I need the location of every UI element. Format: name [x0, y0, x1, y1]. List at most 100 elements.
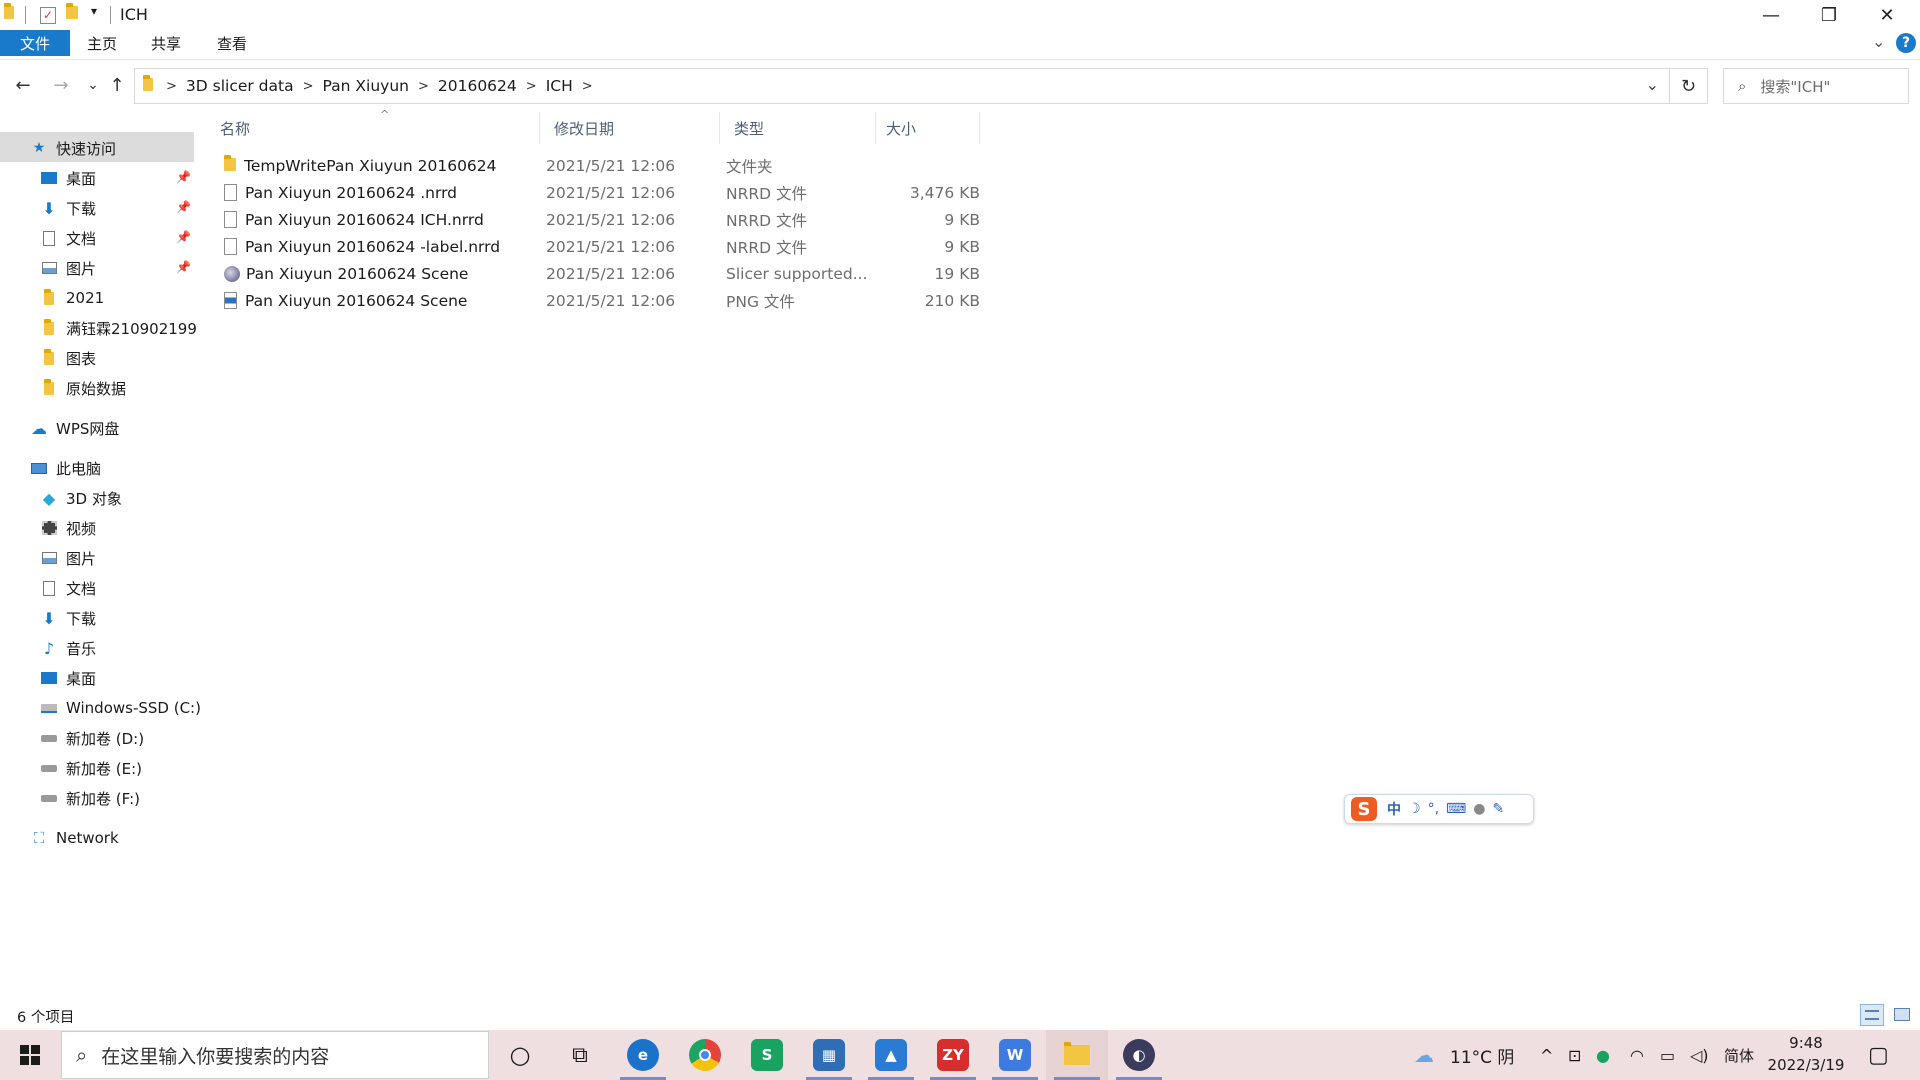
- quick-access-toolbar-dropdown[interactable]: ▾: [91, 4, 97, 18]
- minimize-button[interactable]: —: [1742, 0, 1800, 30]
- nav-item-downloads[interactable]: ⬇ 下载: [40, 604, 96, 632]
- forward-button[interactable]: →: [48, 70, 74, 100]
- back-button[interactable]: ←: [10, 70, 36, 100]
- nav-item-pictures[interactable]: 图片: [40, 254, 96, 282]
- wechat-icon[interactable]: ●: [1596, 1030, 1610, 1080]
- file-row[interactable]: Pan Xiuyun 20160624 ICH.nrrd 2021/5/21 1…: [208, 206, 980, 233]
- show-hidden-icons-icon[interactable]: ^: [1540, 1030, 1553, 1080]
- taskbar-app-edge[interactable]: e: [612, 1030, 674, 1080]
- weather-icon[interactable]: ☁: [1414, 1030, 1434, 1080]
- taskbar-app-file-explorer[interactable]: [1046, 1030, 1108, 1080]
- tab-view[interactable]: 查看: [202, 30, 262, 56]
- column-header-date[interactable]: 修改日期: [546, 112, 720, 144]
- taskbar-app-zy[interactable]: ZY: [922, 1030, 984, 1080]
- taskbar-search-box[interactable]: ⌕ 在这里输入你要搜索的内容: [61, 1031, 489, 1079]
- start-button[interactable]: [0, 1030, 60, 1080]
- nav-this-pc[interactable]: 此电脑: [30, 454, 101, 482]
- file-row[interactable]: TempWritePan Xiuyun 20160624 2021/5/21 1…: [208, 152, 968, 179]
- battery-icon[interactable]: ▭: [1660, 1030, 1675, 1080]
- properties-icon[interactable]: ✓: [40, 5, 58, 25]
- up-button[interactable]: ↑: [104, 70, 130, 100]
- help-icon[interactable]: ?: [1896, 33, 1916, 53]
- keyboard-icon[interactable]: ⌨: [1446, 801, 1466, 817]
- large-icons-view-button[interactable]: [1892, 1006, 1912, 1024]
- sogou-logo-icon[interactable]: S: [1351, 797, 1377, 821]
- file-row[interactable]: Pan Xiuyun 20160624 Scene 2021/5/21 12:0…: [208, 287, 980, 314]
- file-row[interactable]: Pan Xiuyun 20160624 .nrrd 2021/5/21 12:0…: [208, 179, 980, 206]
- nav-item-folder[interactable]: 2021: [40, 284, 104, 312]
- tools-icon[interactable]: ✎: [1492, 801, 1504, 817]
- nav-item-folder[interactable]: 图表: [40, 344, 96, 372]
- taskbar-app-wps-writer[interactable]: W: [984, 1030, 1046, 1080]
- taskbar-app-slicer[interactable]: ◐: [1108, 1030, 1170, 1080]
- nav-item-desktop[interactable]: 桌面: [40, 164, 196, 192]
- nav-item-3d-objects[interactable]: ◆ 3D 对象: [40, 484, 122, 512]
- new-folder-icon[interactable]: [66, 3, 84, 25]
- weather-text[interactable]: 11°C 阴: [1450, 1030, 1514, 1080]
- nav-item-music[interactable]: ♪ 音乐: [40, 634, 96, 662]
- nav-item-downloads[interactable]: ⬇ 下载: [40, 194, 96, 222]
- taskbar-app-chrome[interactable]: [674, 1030, 736, 1080]
- cortana-button[interactable]: ○: [489, 1030, 551, 1080]
- close-button[interactable]: ✕: [1858, 0, 1916, 30]
- wifi-icon[interactable]: ◠: [1630, 1030, 1644, 1080]
- breadcrumb-separator[interactable]: >: [579, 79, 596, 94]
- nav-item-drive-c[interactable]: Windows-SSD (C:): [40, 694, 201, 722]
- breadcrumb-item[interactable]: ICH: [540, 77, 579, 95]
- pin-icon[interactable]: 📌: [176, 170, 191, 184]
- ime-toolbar[interactable]: S 中 ☽ °, ⌨ ● ✎: [1344, 794, 1534, 824]
- nav-quick-access[interactable]: ★ 快速访问: [30, 134, 116, 162]
- nav-wps-drive[interactable]: ☁ WPS网盘: [30, 414, 119, 442]
- breadcrumb-separator[interactable]: >: [415, 79, 432, 94]
- address-dropdown-icon[interactable]: ⌄: [1646, 75, 1659, 94]
- nav-network[interactable]: ⛶ Network: [30, 824, 119, 852]
- column-header-type[interactable]: 类型: [726, 112, 876, 144]
- notification-center-icon[interactable]: ▢: [1868, 1030, 1889, 1080]
- nav-item-folder[interactable]: 满钰霖2109021995: [40, 314, 196, 342]
- tray-app-icon[interactable]: ⊡: [1568, 1030, 1581, 1080]
- breadcrumb-item[interactable]: 3D slicer data: [180, 77, 300, 95]
- ime-mode-toggle[interactable]: 中: [1387, 799, 1401, 819]
- pin-icon[interactable]: 📌: [176, 230, 191, 244]
- clock-date[interactable]: 2022/3/19: [1764, 1056, 1848, 1074]
- address-bar[interactable]: > 3D slicer data > Pan Xiuyun > 20160624…: [134, 68, 1670, 104]
- input-language-indicator[interactable]: 简体: [1724, 1030, 1754, 1080]
- search-input[interactable]: ⌕ 搜索"ICH": [1723, 68, 1909, 104]
- nav-item-pictures[interactable]: 图片: [40, 544, 96, 572]
- nav-item-documents[interactable]: 文档: [40, 224, 96, 252]
- ribbon-expand-icon[interactable]: ⌄: [1872, 32, 1885, 51]
- breadcrumb-separator[interactable]: >: [523, 79, 540, 94]
- nav-item-folder[interactable]: 原始数据: [40, 374, 126, 402]
- breadcrumb-separator[interactable]: >: [163, 79, 180, 94]
- task-view-button[interactable]: ⧉: [549, 1030, 611, 1080]
- tab-file[interactable]: 文件: [0, 30, 70, 56]
- taskbar-app-photos[interactable]: ▲: [860, 1030, 922, 1080]
- pin-icon[interactable]: 📌: [176, 260, 191, 274]
- details-view-button[interactable]: [1860, 1004, 1884, 1026]
- tab-share[interactable]: 共享: [136, 30, 196, 56]
- column-header-size[interactable]: 大小: [880, 112, 980, 144]
- taskbar-app-calculator[interactable]: ▦: [798, 1030, 860, 1080]
- breadcrumb-item[interactable]: 20160624: [432, 77, 523, 95]
- volume-icon[interactable]: ◁): [1690, 1030, 1709, 1080]
- file-row[interactable]: Pan Xiuyun 20160624 -label.nrrd 2021/5/2…: [208, 233, 980, 260]
- nav-item-drive-e[interactable]: 新加卷 (E:): [40, 754, 142, 782]
- tab-home[interactable]: 主页: [72, 30, 132, 56]
- nav-item-documents[interactable]: 文档: [40, 574, 96, 602]
- nav-item-drive-d[interactable]: 新加卷 (D:): [40, 724, 144, 752]
- nav-item-desktop[interactable]: 桌面: [40, 664, 96, 692]
- moon-icon[interactable]: ☽: [1408, 801, 1421, 817]
- refresh-button[interactable]: ↻: [1670, 68, 1708, 104]
- restore-button[interactable]: ❐: [1800, 0, 1858, 30]
- recent-locations-button[interactable]: ⌄: [80, 70, 106, 100]
- pin-icon[interactable]: 📌: [176, 200, 191, 214]
- nav-item-drive-f[interactable]: 新加卷 (F:): [40, 784, 140, 812]
- breadcrumb-item[interactable]: Pan Xiuyun: [317, 77, 415, 95]
- nav-item-videos[interactable]: 视频: [40, 514, 96, 542]
- user-icon[interactable]: ●: [1473, 801, 1485, 817]
- punctuation-icon[interactable]: °,: [1428, 801, 1439, 817]
- file-row[interactable]: Pan Xiuyun 20160624 Scene 2021/5/21 12:0…: [208, 260, 980, 287]
- column-header-name[interactable]: 名称 ^: [220, 108, 540, 144]
- breadcrumb-separator[interactable]: >: [300, 79, 317, 94]
- taskbar-app-wps-sheets[interactable]: S: [736, 1030, 798, 1080]
